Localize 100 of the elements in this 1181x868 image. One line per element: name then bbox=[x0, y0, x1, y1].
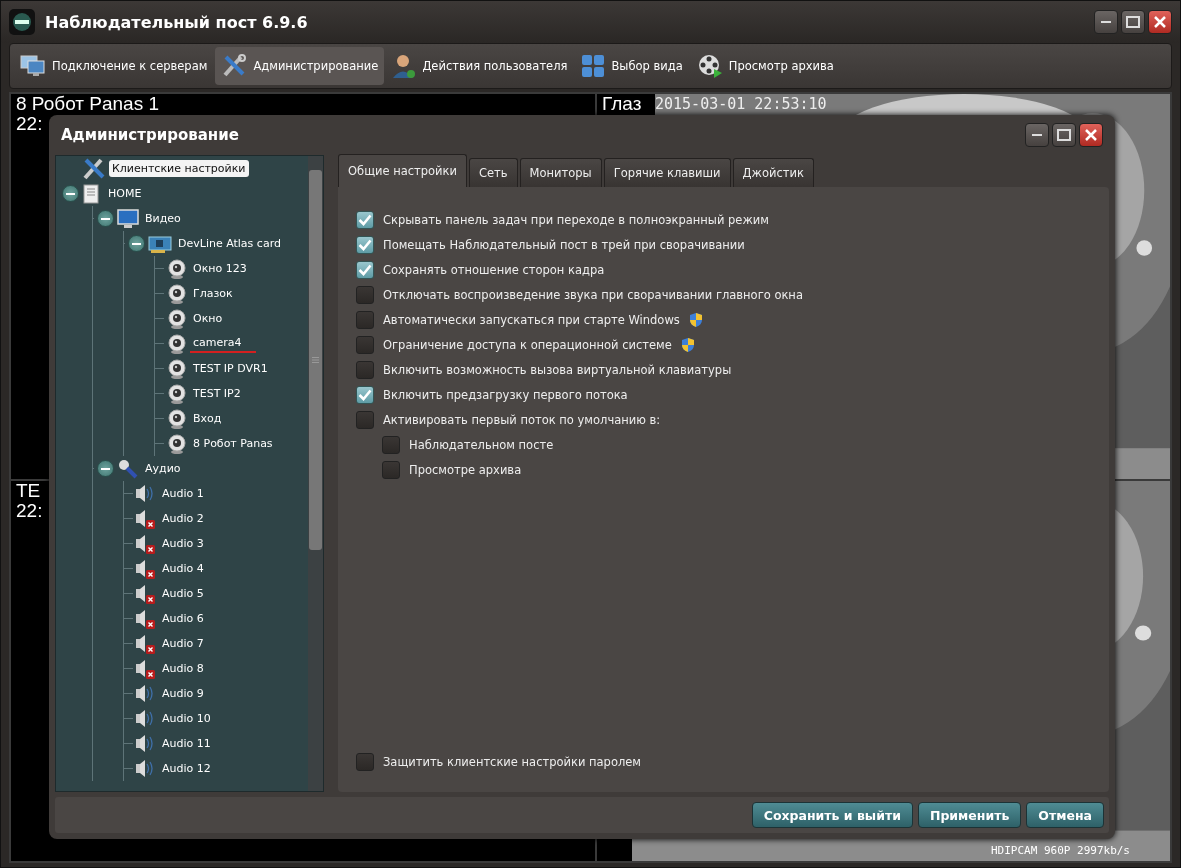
tree-item[interactable]: DevLine Atlas card bbox=[175, 235, 284, 252]
minimize-button[interactable] bbox=[1094, 10, 1118, 34]
tree-item[interactable]: Глазок bbox=[190, 285, 236, 302]
tab[interactable]: Джойстик bbox=[732, 158, 814, 187]
checkbox[interactable] bbox=[356, 310, 374, 329]
tree-item[interactable]: Клиентские настройки bbox=[109, 160, 249, 177]
tree-item[interactable]: Аудио bbox=[142, 460, 184, 477]
dialog-button[interactable]: Применить bbox=[917, 802, 1022, 828]
tree-item[interactable]: Audio 3 bbox=[159, 535, 207, 552]
tree-item[interactable]: Audio 11 bbox=[159, 735, 214, 752]
collapse-toggle[interactable] bbox=[97, 210, 114, 227]
checkbox[interactable] bbox=[356, 285, 374, 304]
toolbar-button[interactable]: Действия пользователя bbox=[386, 47, 574, 85]
tab[interactable]: Сеть bbox=[469, 158, 518, 187]
tree-item[interactable]: Audio 9 bbox=[159, 685, 207, 702]
checkbox[interactable] bbox=[356, 385, 374, 404]
tab[interactable]: Горячие клавиши bbox=[603, 158, 731, 187]
collapse-toggle[interactable] bbox=[97, 460, 114, 477]
checkbox-label[interactable]: Помещать Наблюдательный пост в трей при сворачивании bbox=[383, 237, 745, 252]
checkbox[interactable] bbox=[382, 435, 400, 454]
tree-item[interactable]: camera4 bbox=[190, 334, 256, 353]
monitors-icon bbox=[20, 54, 46, 78]
tab[interactable]: Общие настройки bbox=[338, 154, 467, 187]
checkbox-label[interactable]: Просмотре архива bbox=[409, 462, 522, 477]
maximize-button[interactable] bbox=[1052, 123, 1076, 147]
checkbox[interactable] bbox=[356, 360, 374, 379]
tools-icon bbox=[221, 53, 248, 79]
tree-item[interactable]: Видео bbox=[142, 210, 184, 227]
error-badge-icon bbox=[146, 594, 155, 604]
checkbox[interactable] bbox=[356, 410, 374, 429]
checkbox-label[interactable]: Активировать первый поток по умолчанию в: bbox=[383, 412, 661, 427]
checkbox-label[interactable]: Отключать воспроизведение звука при сворачивании главного окна bbox=[383, 287, 803, 302]
toolbar-button[interactable]: Выбор вида bbox=[575, 47, 689, 85]
circuit-board-icon bbox=[148, 233, 172, 254]
tree-item[interactable]: Окно bbox=[190, 310, 226, 327]
checkbox-label[interactable]: Сохранять отношение сторон кадра bbox=[383, 262, 605, 277]
checkbox-label[interactable]: Защитить клиентские настройки паролем bbox=[383, 754, 642, 769]
checkbox[interactable] bbox=[356, 752, 374, 771]
dialog-button[interactable]: Отмена bbox=[1026, 802, 1104, 828]
close-button[interactable] bbox=[1148, 10, 1172, 34]
window-title: Наблюдательный пост 6.9.6 bbox=[45, 12, 309, 32]
tree-item[interactable]: Audio 2 bbox=[159, 510, 207, 527]
tree-item[interactable]: HOME bbox=[105, 185, 145, 202]
tools-icon bbox=[82, 156, 106, 181]
camera-caption: Глаз bbox=[602, 94, 642, 114]
maximize-button[interactable] bbox=[1121, 10, 1145, 34]
tree-item[interactable]: Вход bbox=[190, 410, 225, 427]
dialog-title: Администрирование bbox=[61, 126, 240, 144]
maximize-icon bbox=[1126, 16, 1140, 28]
checkbox[interactable] bbox=[382, 460, 400, 479]
tree-item[interactable]: TEST IP2 bbox=[190, 385, 244, 402]
tree-item[interactable]: Audio 6 bbox=[159, 610, 207, 627]
grid-icon bbox=[581, 54, 606, 78]
webcam-icon bbox=[167, 433, 187, 454]
toolbar-button[interactable]: Подключение к серверам bbox=[14, 47, 214, 85]
tree-item[interactable]: Audio 10 bbox=[159, 710, 214, 727]
tree-item[interactable]: Audio 4 bbox=[159, 560, 207, 577]
scrollbar[interactable] bbox=[308, 156, 323, 791]
stream-info: HDIPCAM 960P 2997kb/s bbox=[990, 844, 1130, 857]
error-badge-icon bbox=[146, 669, 155, 679]
webcam-icon bbox=[167, 358, 187, 379]
minimize-button[interactable] bbox=[1025, 123, 1049, 147]
camera-caption: 8 Робот Panas 1 bbox=[16, 94, 159, 114]
monitor-icon bbox=[117, 208, 139, 229]
checkbox-label[interactable]: Автоматически запускаться при старте Windows bbox=[383, 312, 680, 327]
checkbox[interactable] bbox=[356, 210, 374, 229]
collapse-toggle[interactable] bbox=[62, 185, 79, 202]
server-icon bbox=[82, 183, 100, 204]
camera-caption: 22: bbox=[16, 501, 43, 521]
webcam-icon bbox=[167, 258, 187, 279]
tree-item[interactable]: Audio 7 bbox=[159, 635, 207, 652]
tab[interactable]: Мониторы bbox=[519, 158, 602, 187]
checkbox-label[interactable]: Наблюдательном посте bbox=[409, 437, 554, 452]
toolbar-button[interactable]: Просмотр архива bbox=[690, 47, 840, 85]
toolbar-button[interactable]: Администрирование bbox=[215, 47, 385, 85]
tree-item[interactable]: Окно 123 bbox=[190, 260, 250, 277]
checkbox-label[interactable]: Включить возможность вызова виртуальной клавиатуры bbox=[383, 362, 732, 377]
error-badge-icon bbox=[146, 619, 155, 629]
checkbox[interactable] bbox=[356, 335, 374, 354]
dialog-button[interactable]: Сохранить и выйти bbox=[751, 802, 913, 828]
collapse-toggle[interactable] bbox=[128, 235, 145, 252]
checkmark-icon bbox=[358, 238, 372, 251]
tree-item[interactable]: Audio 12 bbox=[159, 760, 214, 777]
webcam-icon bbox=[167, 383, 187, 404]
checkbox-label[interactable]: Скрывать панель задач при переходе в полноэкранный режим bbox=[383, 212, 769, 227]
grip-icon bbox=[312, 357, 319, 363]
checkbox-label[interactable]: Ограничение доступа к операционной системе bbox=[383, 337, 672, 352]
close-button[interactable] bbox=[1079, 123, 1103, 147]
tree-item[interactable]: 8 Робот Panas bbox=[190, 435, 276, 452]
checkbox-label[interactable]: Включить предзагрузку первого потока bbox=[383, 387, 628, 402]
minimize-icon bbox=[1101, 21, 1111, 23]
tree-item[interactable]: Audio 5 bbox=[159, 585, 207, 602]
close-icon bbox=[1085, 129, 1097, 141]
tree-item[interactable]: Audio 1 bbox=[159, 485, 207, 502]
tree-item[interactable]: TEST IP DVR1 bbox=[190, 360, 271, 377]
tree-item[interactable]: Audio 8 bbox=[159, 660, 207, 677]
webcam-icon bbox=[167, 283, 187, 304]
checkbox[interactable] bbox=[356, 260, 374, 279]
checkbox[interactable] bbox=[356, 235, 374, 254]
error-badge-icon bbox=[146, 569, 155, 579]
